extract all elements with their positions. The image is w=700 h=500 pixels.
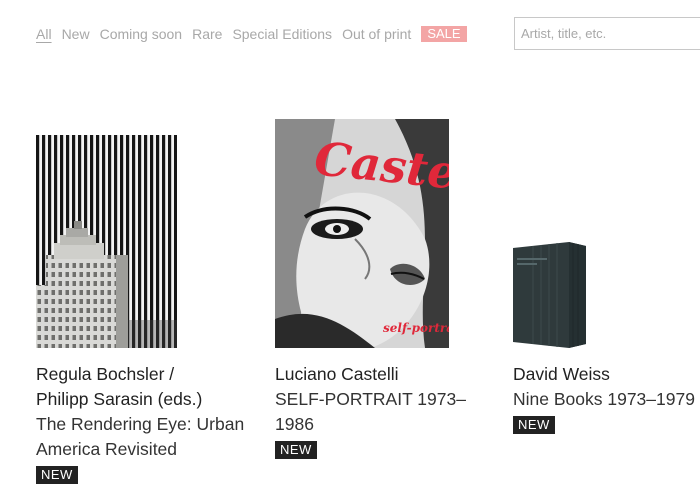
filter-new[interactable]: New [62,26,90,42]
product-author[interactable]: Luciano Castelli [275,362,490,387]
new-badge: NEW [36,466,78,484]
product-info: David Weiss Nine Books 1973–1979 NEW [513,362,700,434]
product-author[interactable]: Philipp Sarasin (eds.) [36,387,251,412]
filter-sale[interactable]: SALE [421,26,467,42]
product-title[interactable]: 1986 [275,412,490,437]
castelli-portrait-photo: Castelli self-portrait [275,119,449,348]
filter-rare[interactable]: Rare [192,26,222,42]
product-title[interactable]: Nine Books 1973–1979 [513,387,700,412]
new-badge: NEW [513,416,555,434]
product-info: Regula Bochsler / Philipp Sarasin (eds.)… [36,362,251,484]
product-info: Luciano Castelli SELF-PORTRAIT 1973– 198… [275,362,490,459]
product-title[interactable]: SELF-PORTRAIT 1973– [275,387,490,412]
filter-nav: All New Coming soon Rare Special Edition… [36,26,477,42]
box-set-photo [513,242,586,348]
search-input[interactable] [515,18,700,49]
book-cover-rendering-eye[interactable] [36,135,177,348]
filter-special-editions[interactable]: Special Editions [232,26,332,42]
search-box [514,17,700,50]
new-badge: NEW [275,441,317,459]
product-title[interactable]: America Revisited [36,437,251,462]
cover-subtitle: self-portrait [383,321,449,335]
filter-out-of-print[interactable]: Out of print [342,26,411,42]
skyscraper-photo [36,135,177,348]
filter-all[interactable]: All [36,26,52,42]
product-title[interactable]: The Rendering Eye: Urban [36,412,251,437]
product-author[interactable]: Regula Bochsler / [36,362,251,387]
product-author[interactable]: David Weiss [513,362,700,387]
book-cover-nine-books[interactable] [513,242,586,348]
book-cover-castelli[interactable]: Castelli self-portrait [275,119,449,348]
filter-coming-soon[interactable]: Coming soon [100,26,183,42]
